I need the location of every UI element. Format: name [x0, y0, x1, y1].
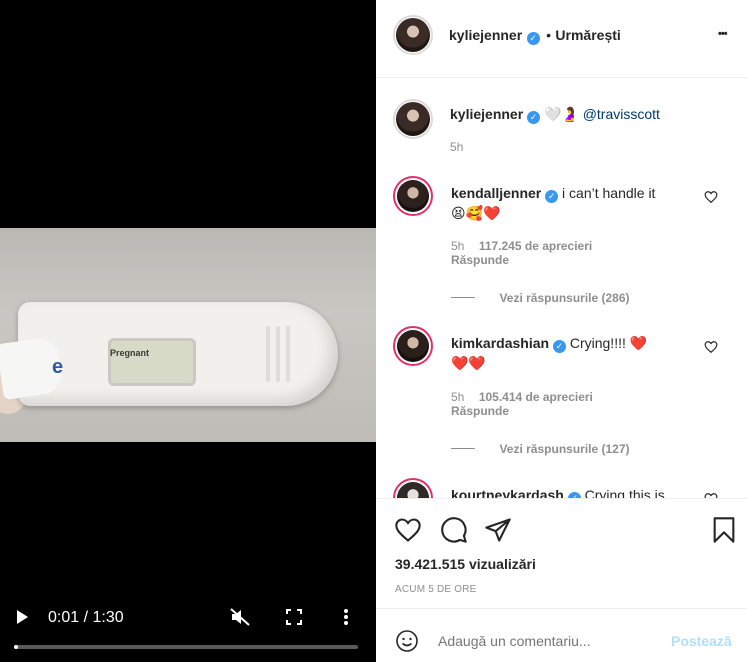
comment-time[interactable]: 5h — [451, 390, 464, 404]
comment-item: kendalljenner ✓ i can’t handle it 😫🥰❤️ 5… — [376, 176, 747, 316]
verified-icon: ✓ — [552, 340, 566, 353]
post-modal: e Pregnant 0:01 / 1:30 kyliejenner ✓ • U… — [0, 0, 747, 662]
comment-emoji: ❤️❤️ — [451, 355, 486, 371]
caption: kyliejenner ✓ 🤍🤰 @travisscott 5h — [376, 78, 747, 168]
view-replies-button[interactable]: Vezi răspunsurile (127) — [451, 440, 630, 458]
fullscreen-icon[interactable] — [286, 609, 302, 630]
caption-emoji: 🤍🤰 — [543, 106, 579, 122]
header-username[interactable]: kyliejenner — [449, 27, 522, 43]
comment-text: Crying!!!! ❤️ — [569, 335, 648, 351]
view-replies-label: Vezi răspunsurile (286) — [499, 291, 630, 305]
test-display — [108, 338, 196, 386]
share-icon[interactable] — [484, 516, 512, 544]
comment-body: kourtneykardash ✓ Crying this is — [451, 485, 701, 498]
comment-input[interactable] — [438, 629, 658, 653]
comment-item: kimkardashian ✓ Crying!!!! ❤️ ❤️❤️ 5h 10… — [376, 326, 747, 466]
comment-text: Crying this is — [584, 487, 665, 498]
video-player[interactable]: e Pregnant 0:01 / 1:30 — [0, 0, 376, 662]
avatar[interactable] — [397, 180, 429, 212]
comment-body: kendalljenner ✓ i can’t handle it 😫🥰❤️ — [451, 183, 701, 223]
mention-link[interactable]: @travisscott — [583, 106, 660, 122]
comment-body: kimkardashian ✓ Crying!!!! ❤️ ❤️❤️ — [451, 333, 701, 373]
comment-icon[interactable] — [440, 516, 468, 544]
reply-button[interactable]: Răspunde — [451, 404, 509, 418]
caption-text: kyliejenner ✓ 🤍🤰 @travisscott — [450, 106, 660, 124]
comment-likes[interactable]: 117.245 de aprecieri — [479, 239, 592, 253]
post-header: kyliejenner ✓ • Urmărești ••• — [376, 0, 747, 78]
reply-button[interactable]: Răspunde — [451, 253, 509, 267]
view-replies-button[interactable]: Vezi răspunsurile (286) — [451, 289, 630, 307]
post-button[interactable]: Postează — [671, 633, 732, 649]
video-frame: e Pregnant — [0, 228, 376, 442]
more-options-icon[interactable]: ••• — [718, 28, 728, 40]
test-grip — [264, 326, 300, 382]
follow-status-button[interactable]: Urmărești — [555, 27, 620, 43]
caption-time[interactable]: 5h — [450, 140, 463, 154]
comment-item: kourtneykardash ✓ Crying this is — [376, 478, 747, 498]
avatar[interactable] — [397, 330, 429, 362]
avatar[interactable] — [396, 18, 430, 52]
video-progress-fill — [14, 645, 18, 649]
play-icon[interactable] — [14, 608, 30, 631]
verified-icon: ✓ — [545, 190, 559, 203]
avatar[interactable] — [396, 102, 430, 136]
replies-divider — [451, 297, 475, 299]
video-time: 0:01 / 1:30 — [48, 609, 124, 626]
post-sidebar: kyliejenner ✓ • Urmărești ••• kyliejenne… — [376, 0, 747, 662]
verified-icon: ✓ — [527, 111, 541, 124]
verified-icon: ✓ — [526, 32, 540, 45]
more-vertical-icon[interactable] — [343, 608, 349, 631]
comments-list[interactable]: kyliejenner ✓ 🤍🤰 @travisscott 5h kendall… — [376, 78, 747, 498]
add-comment-bar: Postează — [376, 608, 747, 662]
brand-letter: e — [52, 356, 64, 378]
replies-divider — [451, 448, 475, 450]
view-replies-label: Vezi răspunsurile (127) — [499, 442, 630, 456]
comment-time[interactable]: 5h — [451, 239, 464, 253]
like-comment-icon[interactable] — [704, 340, 718, 354]
like-icon[interactable] — [394, 516, 422, 544]
post-age[interactable]: ACUM 5 DE ORE — [395, 584, 477, 595]
comment-username[interactable]: kourtneykardash — [451, 487, 564, 498]
views-count[interactable]: 39.421.515 vizualizări — [395, 556, 536, 572]
test-result-text: Pregnant — [110, 348, 150, 358]
comment-username[interactable]: kendalljenner — [451, 185, 541, 201]
comment-text: i can’t handle it — [562, 185, 656, 201]
header-separator: • — [546, 27, 551, 43]
like-comment-icon[interactable] — [704, 190, 718, 204]
video-progress-bar[interactable] — [14, 645, 358, 649]
comment-username[interactable]: kimkardashian — [451, 335, 549, 351]
emoji-icon[interactable] — [395, 629, 419, 653]
comment-emoji: 😫🥰❤️ — [451, 205, 501, 221]
pregnancy-test — [18, 302, 338, 406]
mute-icon[interactable] — [230, 608, 250, 631]
save-icon[interactable] — [710, 516, 738, 544]
comment-likes[interactable]: 105.414 de aprecieri — [479, 390, 593, 404]
header-meta: kyliejenner ✓ • Urmărești — [449, 27, 621, 45]
caption-username[interactable]: kyliejenner — [450, 106, 523, 122]
